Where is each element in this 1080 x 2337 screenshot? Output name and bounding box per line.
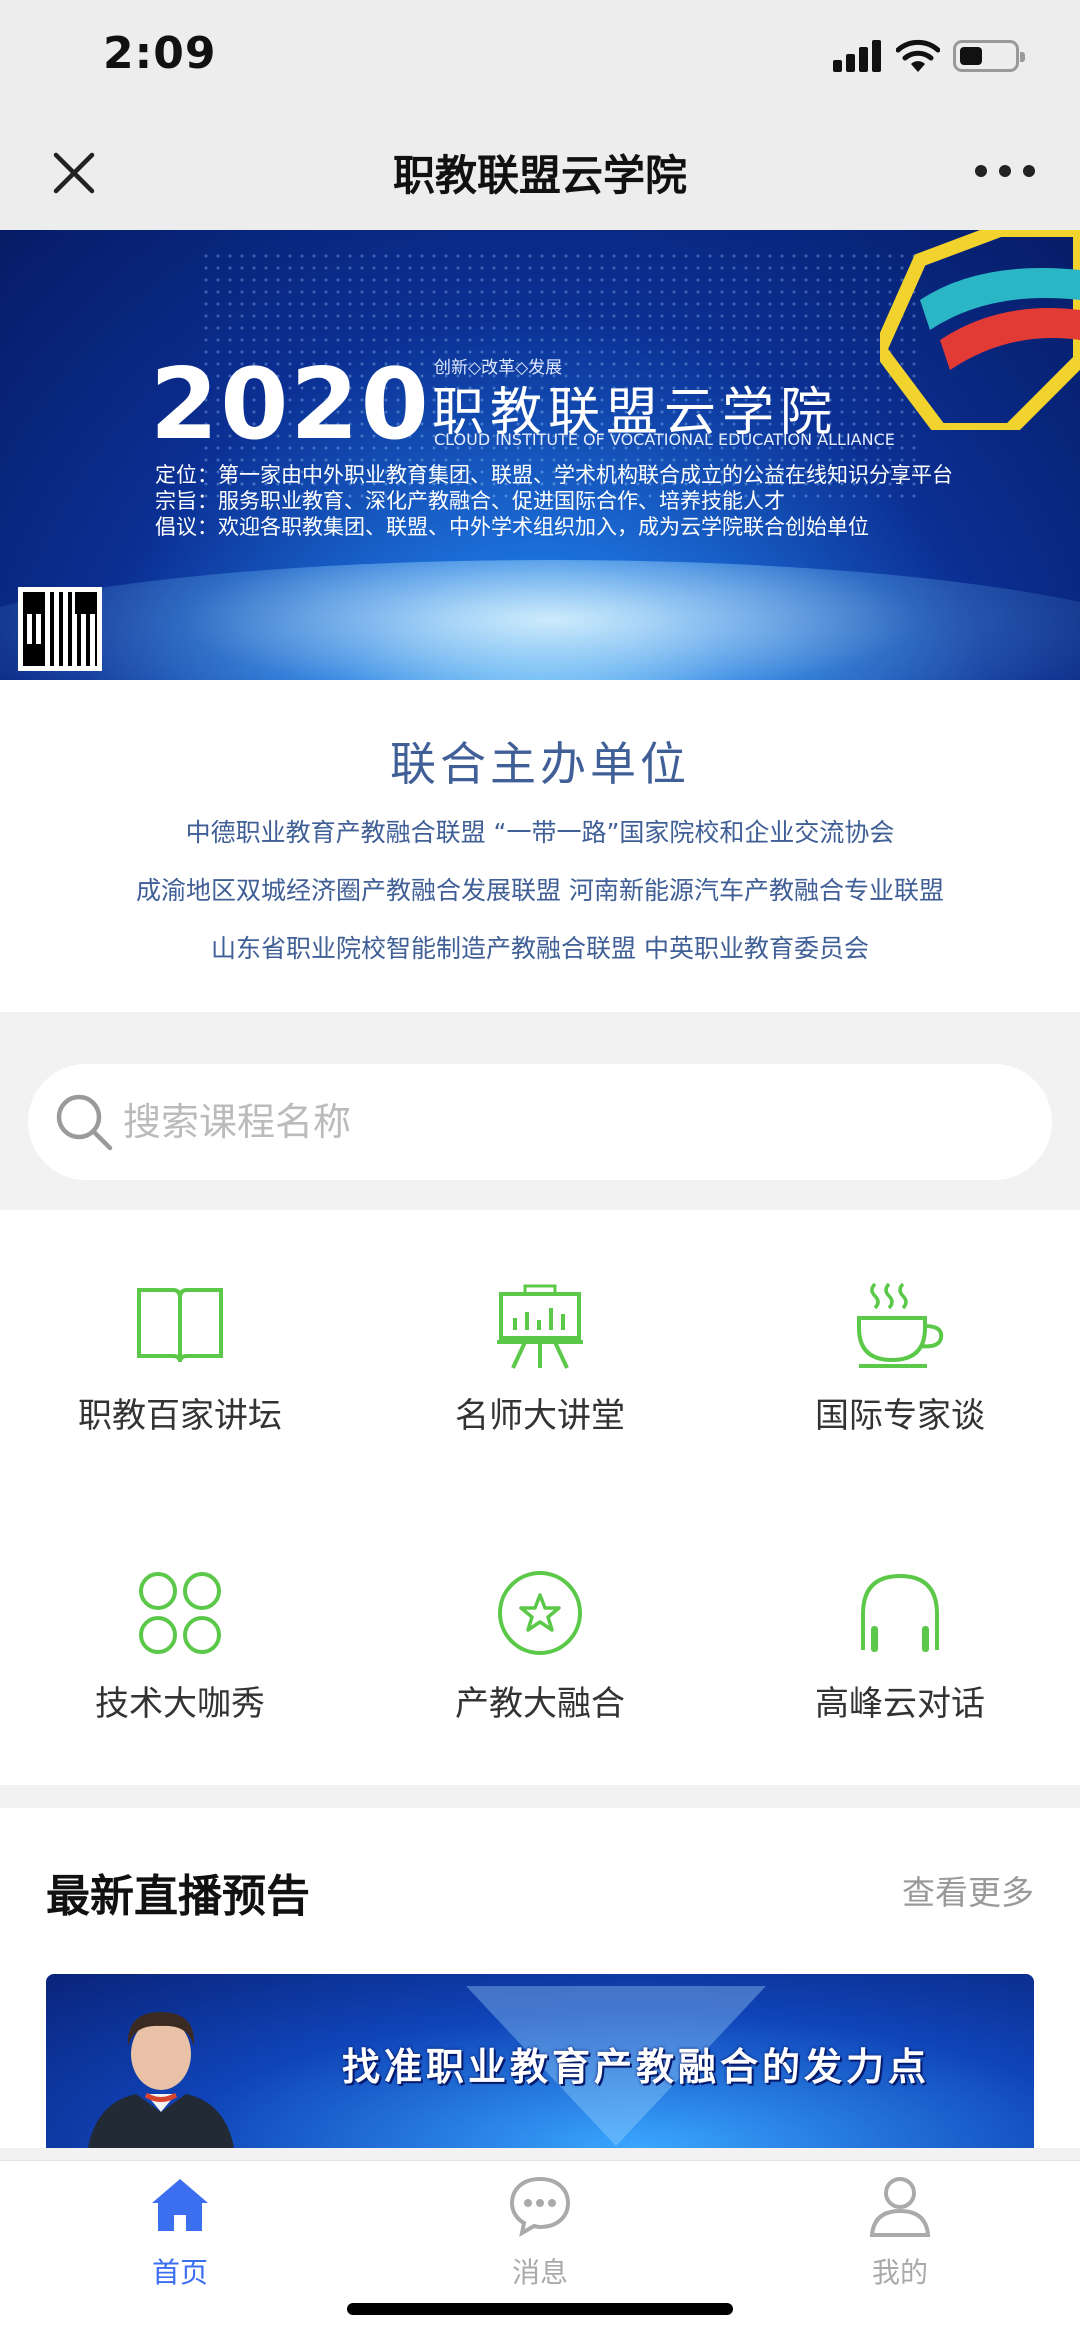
tab-home[interactable]: 首页 [0,2173,360,2293]
category-label: 国际专家谈 [815,1396,985,1436]
search-icon [56,1094,113,1151]
category-label: 职教百家讲坛 [78,1396,282,1436]
tab-profile[interactable]: 我的 [720,2173,1080,2293]
message-icon [509,2176,571,2237]
category-item[interactable]: 技术大咖秀 [0,1508,360,1758]
see-more-link[interactable]: 查看更多 [902,1866,1034,1914]
profile-icon [869,2177,931,2237]
banner-line-purpose: 宗旨：服务职业教育、深化产教融合、促进国际合作、培养技能人才 [155,489,785,513]
banner-description: 定位：第一家由中外职业教育集团、联盟、学术机构联合成立的公益在线知识分享平台 宗… [155,462,953,540]
banner-year: 2020 [150,348,431,462]
wifi-icon [896,39,940,72]
star-circle-icon [498,1571,582,1655]
category-item[interactable]: 产教大融合 [360,1508,720,1758]
organizers-title: 联合主办单位 [390,737,690,791]
organizer-line: 成渝地区双城经济圈产教融合发展联盟 河南新能源汽车产教融合专业联盟 [136,876,944,905]
cellular-signal-icon [833,40,883,72]
organizers-section: 联合主办单位 中德职业教育产教融合联盟 “一带一路”国家院校和企业交流协会 成渝… [0,680,1080,1012]
live-card-title: 找准职业教育产教融合的发力点 [341,2045,930,2089]
category-item[interactable]: 名师大讲堂 [360,1220,720,1470]
category-item[interactable]: 高峰云对话 [720,1508,1080,1758]
category-item[interactable]: 职教百家讲坛 [0,1220,360,1470]
tab-label: 消息 [511,2256,568,2289]
tab-label: 我的 [871,2256,928,2289]
category-item[interactable]: 国际专家谈 [720,1220,1080,1470]
presentation-board-icon [497,1284,583,1369]
live-card[interactable]: 找准职业教育产教融合的发力点 [46,1974,1034,2148]
organizer-line: 山东省职业院校智能制造产教融合联盟 中英职业教育委员会 [211,934,869,963]
headphones-icon [861,1573,939,1652]
category-label: 高峰云对话 [815,1684,985,1724]
home-indicator[interactable] [347,2303,733,2315]
banner-english-title: CLOUD INSTITUTE OF VOCATIONAL EDUCATION … [434,430,895,449]
speaker-photo [88,2012,234,2148]
section-title: 最新直播预告 [46,1871,310,1922]
tab-label: 首页 [151,2256,208,2289]
alliance-logo-icon [880,230,1080,430]
more-options-icon[interactable] [975,165,1035,179]
hero-banner[interactable]: 2020 创新◇改革◇发展 职教联盟云学院 CLOUD INSTITUTE OF… [0,230,1080,680]
page-title: 职教联盟云学院 [392,151,687,200]
search-bar[interactable] [28,1064,1052,1180]
qr-code [18,587,102,671]
coffee-cup-icon [857,1282,944,1368]
category-grid: 职教百家讲坛 名师大讲堂 国际专家谈 技术大咖秀 产教大融合 高峰云对话 [0,1210,1080,1785]
search-input[interactable] [123,1064,1003,1180]
top-bar: 2:09 职教联盟云学院 [0,0,1080,230]
category-label: 技术大咖秀 [95,1684,265,1724]
live-preview-section: 最新直播预告 查看更多 找准职业教育产教融合的发力点 [0,1808,1080,2148]
battery-icon [953,40,1025,72]
book-icon [137,1288,223,1363]
category-label: 产教大融合 [455,1684,625,1724]
tab-messages[interactable]: 消息 [360,2173,720,2293]
clover-icon [139,1572,221,1654]
category-label: 名师大讲堂 [455,1396,625,1436]
banner-line-initiative: 倡议：欢迎各职教集团、联盟、中外学术组织加入，成为云学院联合创始单位 [155,515,869,539]
organizer-line: 中德职业教育产教融合联盟 “一带一路”国家院校和企业交流协会 [185,818,895,847]
banner-line-positioning: 定位：第一家由中外职业教育集团、联盟、学术机构联合成立的公益在线知识分享平台 [155,463,953,487]
status-time: 2:09 [103,28,217,79]
home-icon [152,2179,208,2231]
